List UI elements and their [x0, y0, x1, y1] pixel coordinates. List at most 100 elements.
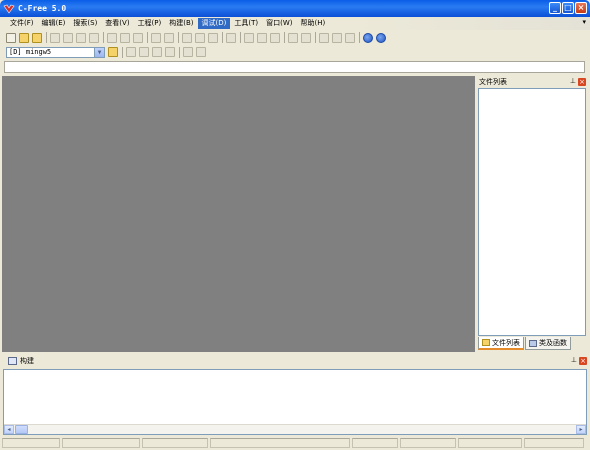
pin-icon[interactable]: ⊥: [570, 77, 576, 85]
build-panel-title: 构建: [20, 356, 34, 365]
toolbar-separator: [147, 32, 148, 43]
close-icon: ×: [577, 3, 585, 12]
outdent-icon[interactable]: [301, 32, 311, 43]
help-icon[interactable]: [363, 32, 373, 43]
scroll-right-icon[interactable]: ▸: [576, 425, 586, 434]
debug-start-icon[interactable]: [126, 47, 136, 57]
toolbar-separator: [240, 32, 241, 43]
menu-tools[interactable]: 工具(T): [230, 18, 262, 29]
status-pane: [524, 438, 584, 448]
build-panel-header: 构建 ⊥ ×: [2, 355, 588, 366]
copy-icon[interactable]: [120, 32, 130, 43]
status-bar: [0, 438, 590, 450]
tab-classes-functions[interactable]: 类及函数: [525, 337, 571, 350]
toolbar-separator: [46, 32, 47, 43]
minimize-button[interactable]: _: [549, 2, 561, 14]
next-bookmark-icon[interactable]: [257, 32, 267, 43]
compile-icon[interactable]: [319, 32, 329, 43]
info-icon[interactable]: [376, 32, 386, 43]
compiler-settings-icon[interactable]: [108, 47, 118, 57]
step-over-icon[interactable]: [152, 47, 162, 57]
menu-project[interactable]: 工程(P): [134, 18, 166, 29]
menu-help[interactable]: 帮助(H): [297, 18, 330, 29]
toolbar-separator: [122, 46, 123, 58]
save-all-icon[interactable]: [63, 32, 73, 43]
file-panel-tabs: 文件列表 类及函数: [478, 337, 572, 351]
horizontal-scrollbar[interactable]: ◂ ▸: [4, 424, 586, 434]
status-pane: [210, 438, 350, 448]
toolbar-separator: [103, 32, 104, 43]
build-icon: [8, 356, 17, 365]
class-icon: [529, 339, 537, 347]
menu-window[interactable]: 窗口(W): [262, 18, 296, 29]
window-title: C-Free 5.0: [18, 4, 67, 13]
status-pane: [400, 438, 456, 448]
undo-icon[interactable]: [151, 32, 161, 43]
scroll-thumb[interactable]: [15, 425, 28, 434]
folder-icon: [482, 339, 490, 346]
breakpoint-icon[interactable]: [183, 47, 193, 57]
title-bar[interactable]: C-Free 5.0 _ □ ×: [0, 0, 590, 17]
menu-search[interactable]: 搜索(S): [69, 18, 101, 29]
menu-bar: 文件(F) 编辑(E) 搜索(S) 查看(V) 工程(P) 构建(B) 调试(D…: [0, 17, 590, 30]
pin-icon[interactable]: ⊥: [571, 356, 577, 364]
menu-overflow-icon[interactable]: ▾: [582, 18, 586, 26]
status-pane: [142, 438, 208, 448]
open-file-icon[interactable]: [19, 32, 29, 43]
cut-icon[interactable]: [107, 32, 117, 43]
toolbar-separator: [178, 32, 179, 43]
minimize-icon: _: [553, 3, 557, 12]
build-panel: 构建 ⊥ × ◂ ▸: [2, 355, 588, 436]
menu-edit[interactable]: 编辑(E): [38, 18, 70, 29]
tab-file-list-label: 文件列表: [492, 338, 520, 347]
standard-toolbar: [0, 30, 590, 45]
save-icon[interactable]: [50, 32, 60, 43]
build-output[interactable]: ◂ ▸: [3, 369, 587, 435]
close-panel-icon[interactable]: ×: [578, 78, 586, 86]
close-panel-icon[interactable]: ×: [579, 357, 587, 365]
scroll-left-icon[interactable]: ◂: [4, 425, 14, 434]
toolbar-separator: [284, 32, 285, 43]
chevron-down-icon[interactable]: ▼: [94, 47, 104, 57]
replace-icon[interactable]: [195, 32, 205, 43]
compiler-select-value: [D] mingw5: [9, 48, 52, 56]
watch-icon[interactable]: [196, 47, 206, 57]
status-pane: [2, 438, 60, 448]
status-pane: [458, 438, 522, 448]
new-file-icon[interactable]: [6, 32, 16, 43]
file-list-panel: 文件列表 ⊥ × 文件列表 类及函数: [477, 76, 587, 352]
tab-file-list[interactable]: 文件列表: [478, 337, 524, 350]
open-project-icon[interactable]: [32, 32, 42, 43]
menu-build[interactable]: 构建(B): [165, 18, 197, 29]
menu-view[interactable]: 查看(V): [101, 18, 133, 29]
navigation-bar[interactable]: [4, 61, 585, 73]
paste-icon[interactable]: [133, 32, 143, 43]
compiler-select[interactable]: [D] mingw5 ▼: [6, 46, 105, 58]
maximize-button[interactable]: □: [562, 2, 574, 14]
step-into-icon[interactable]: [165, 47, 175, 57]
close-file-icon[interactable]: [76, 32, 86, 43]
menu-debug[interactable]: 调试(D): [197, 18, 231, 29]
file-list-panel-header: 文件列表 ⊥ ×: [477, 76, 587, 87]
maximize-icon: □: [564, 3, 572, 12]
compiler-toolbar: [D] mingw5 ▼: [0, 45, 590, 59]
clear-bookmarks-icon[interactable]: [270, 32, 280, 43]
goto-line-icon[interactable]: [226, 32, 236, 43]
editor-area[interactable]: [2, 76, 475, 352]
find-next-icon[interactable]: [208, 32, 218, 43]
build-icon[interactable]: [332, 32, 342, 43]
toolbar-separator: [222, 32, 223, 43]
menu-file[interactable]: 文件(F): [6, 18, 38, 29]
print-icon[interactable]: [89, 32, 99, 43]
file-list-tree[interactable]: [478, 88, 586, 336]
toolbar-separator: [179, 46, 180, 58]
find-icon[interactable]: [182, 32, 192, 43]
bookmark-icon[interactable]: [244, 32, 254, 43]
debug-stop-icon[interactable]: [139, 47, 149, 57]
status-pane: [62, 438, 140, 448]
close-button[interactable]: ×: [575, 2, 587, 14]
redo-icon[interactable]: [164, 32, 174, 43]
status-pane: [352, 438, 398, 448]
run-icon[interactable]: [345, 32, 355, 43]
indent-icon[interactable]: [288, 32, 298, 43]
